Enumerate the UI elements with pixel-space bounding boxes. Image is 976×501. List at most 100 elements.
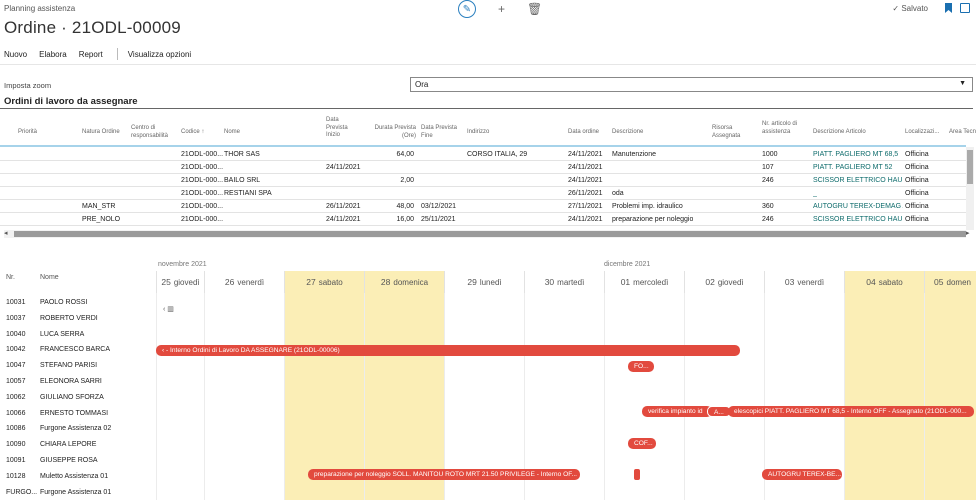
resource-row[interactable]: 10057 ELEONORA SARRI — [0, 374, 976, 390]
cell-descr: Problemi imp. idraulico — [612, 203, 683, 210]
elabora-action[interactable]: Elabora — [39, 50, 67, 59]
resource-row[interactable]: 10062 GIULIANO SFORZA — [0, 390, 976, 406]
cell-art[interactable]: AUTOGRU TEREX-DEMAG A... — [813, 200, 903, 213]
cell-data: 24/11/2021 — [568, 216, 603, 223]
cell-durata: 2,00 — [400, 177, 414, 184]
resource-name: ERNESTO TOMMASI — [40, 409, 109, 417]
col-header[interactable]: Priorità — [18, 129, 37, 137]
resource-row[interactable]: 10031 PAOLO ROSSI — [0, 295, 976, 311]
chevron-down-icon: ▼ — [959, 80, 966, 87]
scroll-right-icon[interactable]: ▸ — [966, 229, 970, 237]
cell-inizio: 26/11/2021 — [326, 203, 361, 210]
visualizza-opzioni-action[interactable]: Visualizza opzioni — [128, 50, 191, 59]
open-new-window-icon[interactable] — [960, 3, 970, 13]
cell-natura: MAN_STR — [82, 203, 116, 210]
resource-row[interactable]: 10040 LUCA SERRA — [0, 327, 976, 343]
resource-nr: 10037 — [6, 314, 26, 322]
gantt-back-icon[interactable]: ‹ ▥ — [163, 305, 174, 313]
saved-status: ✓ Salvato — [892, 4, 928, 13]
day-number: 30 — [544, 277, 555, 287]
gantt-header-nome: Nome — [40, 274, 59, 281]
resource-row[interactable]: 10047 STEFANO PARISI — [0, 358, 976, 374]
cell-art[interactable]: PIATT. PAGLIERO MT 52 — [813, 161, 903, 174]
delete-trash-icon[interactable]: 🗑 — [527, 2, 542, 16]
month-label: dicembre 2021 — [604, 261, 651, 268]
day-number: 02 — [705, 277, 715, 287]
col-header[interactable]: Natura Ordine — [82, 129, 120, 137]
resource-row[interactable]: FURGO... Furgone Assistenza 01 — [0, 485, 976, 501]
section-divider — [0, 108, 973, 109]
nuovo-action[interactable]: Nuovo — [4, 50, 27, 59]
table-row[interactable]: 21ODL-000... RESTIANI SPA 26/11/2021 oda _ Of… — [0, 187, 966, 200]
resource-name: GIUSEPPE ROSA — [40, 457, 98, 464]
col-header[interactable]: Data ordine — [568, 129, 599, 137]
gantt-bar[interactable]: AUTOGRU TEREX-BE... — [762, 469, 842, 480]
resource-row[interactable]: 10091 GIUSEPPE ROSA — [0, 453, 976, 469]
col-header[interactable]: Durata Prevista (Ore) — [372, 125, 416, 140]
section-title: Ordini di lavoro da assegnare — [4, 96, 138, 107]
table-row[interactable]: 21ODL-000... THOR SAS 64,00 CORSO ITALIA, 2… — [0, 148, 966, 161]
col-header[interactable]: Descrizione — [612, 129, 643, 137]
resource-nr: 10086 — [6, 425, 26, 433]
vertical-scroll-thumb[interactable] — [967, 150, 973, 184]
gantt-bar[interactable]: preparazione per noleggio SOLL. MANITOU … — [308, 469, 580, 480]
col-header[interactable]: Area Tecn — [949, 129, 976, 137]
add-icon[interactable]: + — [498, 2, 505, 16]
gantt-bar[interactable] — [634, 469, 640, 480]
gantt-bar[interactable]: ‹ - Interno Ordini di Lavoro DA ASSEGNAR… — [156, 345, 740, 356]
cell-art[interactable]: SCISSOR ELETTRICO HAULO... — [813, 213, 903, 226]
cell-art[interactable]: SCISSOR ELETTRICO HAULO... — [813, 174, 903, 187]
resource-row[interactable]: 10086 Furgone Assistenza 02 — [0, 421, 976, 437]
day-name: sabato — [318, 278, 343, 287]
resource-name: Furgone Assistenza 01 — [40, 488, 112, 496]
col-header[interactable]: Data Prevista Fine — [421, 125, 457, 140]
col-header[interactable]: Descrizione Articolo — [813, 129, 866, 137]
col-header[interactable]: Localizzazi... — [905, 129, 939, 137]
cell-nr: 1000 — [762, 151, 778, 158]
col-header[interactable]: Indirizzo — [467, 129, 489, 137]
col-header[interactable]: Data Prevista Inizio — [326, 117, 356, 140]
resource-name: FRANCESCO BARCA — [40, 346, 111, 354]
cell-indirizzo: CORSO ITALIA, 29 — [467, 151, 528, 158]
gantt-bar[interactable]: verifica impianto id — [642, 406, 712, 417]
zoom-select[interactable]: Ora ▼ — [410, 77, 973, 92]
cell-codice: 21ODL-000... — [181, 151, 224, 158]
cell-loc: Officina — [905, 203, 929, 210]
table-row[interactable]: 21ODL-000... 24/11/2021 24/11/2021 107 PIATT… — [0, 161, 966, 174]
table-row[interactable]: PRE_NOLO 21ODL-000... 24/11/2021 16,00 25/11… — [0, 213, 966, 226]
gantt-day-header: 25 giovedì — [156, 271, 204, 293]
resource-nr: 10128 — [6, 472, 26, 480]
cell-nome: BAILO SRL — [224, 177, 261, 184]
day-name: giovedì — [717, 278, 744, 287]
bookmark-icon[interactable] — [945, 3, 952, 13]
resource-row[interactable]: 10090 CHIARA LEPORE — [0, 437, 976, 453]
scroll-left-icon[interactable]: ◂ — [4, 229, 8, 237]
day-name: mercoledì — [633, 278, 669, 287]
gantt-bar[interactable]: COF... — [628, 438, 656, 449]
gantt-day-header: 27 sabato — [284, 271, 364, 293]
col-header[interactable]: Centro di responsabilità — [131, 125, 173, 140]
col-header[interactable]: Codice ↑ — [181, 129, 204, 137]
cell-art[interactable]: _ — [813, 187, 903, 200]
gantt-header-nr: Nr. — [6, 274, 15, 281]
report-action[interactable]: Report — [79, 50, 103, 59]
breadcrumb: Planning assistenza — [4, 4, 76, 13]
col-header[interactable]: Risorsa Assegnata — [712, 125, 746, 140]
cell-durata: 48,00 — [396, 203, 414, 210]
cell-art[interactable]: PIATT. PAGLIERO MT 68,5 — [813, 148, 903, 161]
edit-pencil-icon[interactable]: ✎ — [458, 0, 476, 18]
table-row[interactable]: 21ODL-000... BAILO SRL 2,00 24/11/2021 246 SC… — [0, 174, 966, 187]
col-header[interactable]: Nr. articolo di assistenza — [762, 121, 804, 136]
table-row[interactable]: MAN_STR 21ODL-000... 26/11/2021 48,00 03/12/… — [0, 200, 966, 213]
resource-nr: 10066 — [6, 409, 26, 417]
gantt-bar[interactable]: FO... — [628, 361, 654, 372]
resource-name: LUCA SERRA — [40, 330, 85, 338]
gantt-bar[interactable]: elescopici PIATT. PAGLIERO MT 68,5 - Int… — [728, 406, 974, 417]
day-number: 25 — [161, 277, 171, 287]
col-header[interactable]: Nome — [224, 129, 240, 137]
cell-loc: Officina — [905, 190, 929, 197]
horizontal-scroll-thumb[interactable] — [14, 231, 966, 237]
day-number: 03 — [784, 277, 795, 287]
gantt-day-header: 03 venerdì — [764, 271, 844, 293]
resource-row[interactable]: 10037 ROBERTO VERDI — [0, 311, 976, 327]
